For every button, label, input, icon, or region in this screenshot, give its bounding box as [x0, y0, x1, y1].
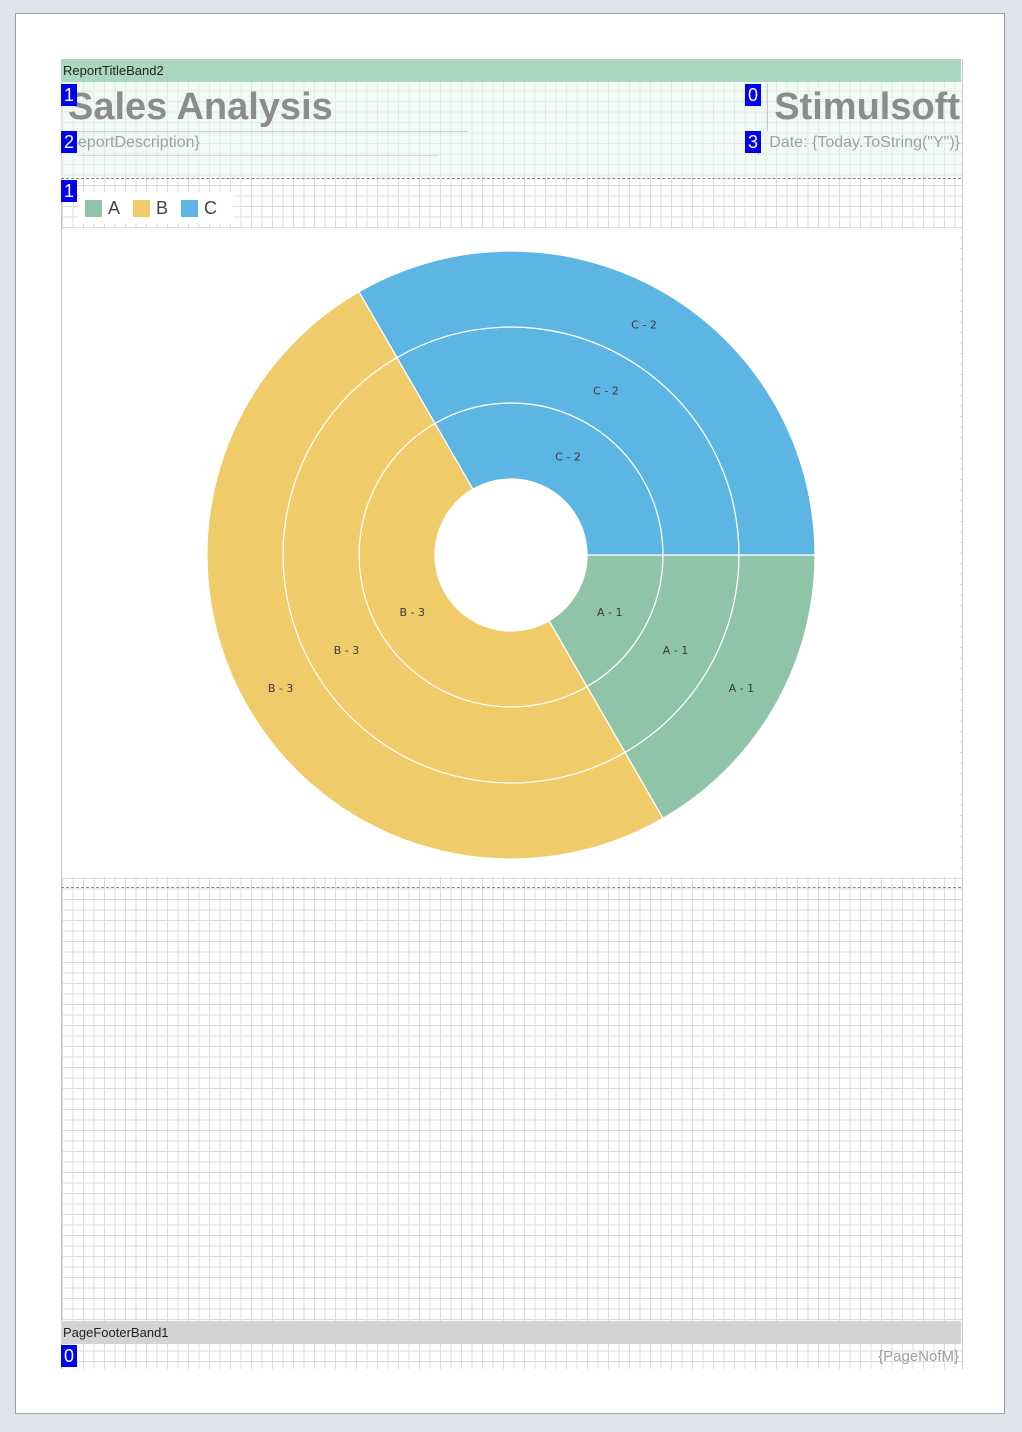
sunburst-label-a-ring-3: A - 1 — [729, 682, 755, 695]
sunburst-label-c-ring-2: C - 2 — [593, 384, 619, 397]
page-footer-band-header[interactable]: PageFooterBand1 — [61, 1321, 961, 1344]
sunburst-label-b-ring-2: B - 3 — [334, 644, 360, 657]
sunburst-label-a-ring-2: A - 1 — [663, 644, 689, 657]
sunburst-label-b-ring-3: B - 3 — [268, 682, 294, 695]
component-index-badge: 0 — [61, 1345, 77, 1367]
sunburst-label-c-ring-3: C - 2 — [631, 319, 657, 332]
sunburst-chart[interactable]: A - 1 B - 3 C - 2 A - 1 B - 3 C - 2 A - 1 B - 3… — [0, 0, 1022, 1432]
page-footer-band[interactable] — [61, 1344, 961, 1368]
sunburst-label-a-ring-1: A - 1 — [597, 606, 623, 619]
sunburst-label-b-ring-1: B - 3 — [400, 606, 426, 619]
sunburst-label-c-ring-1: C - 2 — [555, 450, 581, 463]
page-number-text[interactable]: {PageNofM} — [878, 1346, 959, 1368]
